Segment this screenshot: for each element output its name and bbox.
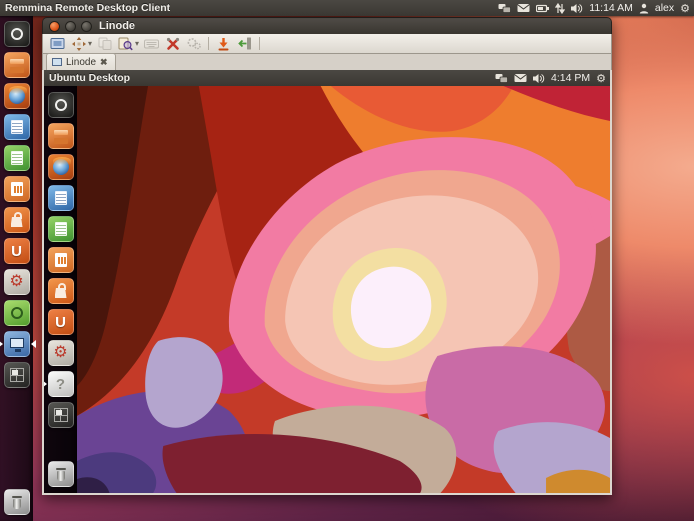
launcher-item-impress[interactable] [4,176,30,202]
toolbar-separator [208,37,209,50]
launcher-item-workspace-switcher[interactable] [48,402,74,428]
minimize-button[interactable] [65,21,76,32]
fit-window-dropdown-icon[interactable]: ▾ [88,39,92,48]
running-indicator [42,380,47,388]
remote-panel-title: Ubuntu Desktop [49,72,130,84]
remmina-window: Linode ▾ ▾ Linode ✖ [42,17,612,495]
window-titlebar[interactable]: Linode [42,17,612,34]
launcher-item-unknown[interactable] [48,371,74,397]
toolbar-separator [259,37,260,50]
launcher-item-impress[interactable] [48,247,74,273]
system-tray: 11:14 AM alex [498,2,694,15]
fit-window-icon[interactable] [70,35,87,52]
remmina-toolbar: ▾ ▾ [42,34,612,54]
unity-launcher [0,16,33,521]
launcher-item-workspace-switcher[interactable] [4,362,30,388]
quit-icon[interactable] [236,35,253,52]
scaled-view-icon[interactable] [117,35,134,52]
focused-indicator [31,340,36,348]
clock[interactable]: 11:14 AM [589,2,633,14]
session-gear-icon[interactable] [596,72,606,85]
launcher-item-firefox[interactable] [4,83,30,109]
active-app-title: Remmina Remote Desktop Client [5,2,170,14]
remote-unity-launcher [44,86,77,493]
mail-icon[interactable] [517,3,530,13]
volume-icon[interactable] [571,3,583,14]
launcher-item-files[interactable] [48,123,74,149]
network-icon[interactable] [498,3,511,14]
launcher-item-firefox[interactable] [48,154,74,180]
maximize-button[interactable] [81,21,92,32]
launcher-item-writer[interactable] [4,114,30,140]
launcher-item-dash[interactable] [4,21,30,47]
top-panel: Remmina Remote Desktop Client 11:14 AM a… [0,0,694,16]
connection-icon [52,58,62,66]
mail-icon[interactable] [514,73,527,83]
running-indicator [0,340,3,348]
launcher-item-remmina[interactable] [4,331,30,357]
launcher-item-trash[interactable] [48,461,74,487]
launcher-item-ubuntu-one[interactable] [48,309,74,335]
disconnect-icon[interactable] [215,35,232,52]
tab-close-icon[interactable]: ✖ [100,57,108,68]
user-name[interactable]: alex [655,2,674,14]
network-icon[interactable] [495,73,508,84]
fullscreen-icon[interactable] [49,35,66,52]
sync-arrows-icon[interactable] [555,3,565,14]
launcher-item-dash[interactable] [48,92,74,118]
user-icon[interactable] [639,3,649,14]
switch-page-icon[interactable] [96,35,113,52]
gears-icon[interactable] [185,35,202,52]
close-button[interactable] [49,21,60,32]
window-title: Linode [99,20,135,32]
launcher-item-writer[interactable] [48,185,74,211]
remote-wallpaper [77,86,610,493]
tools-icon[interactable] [164,35,181,52]
volume-icon[interactable] [533,73,545,84]
session-gear-icon[interactable] [680,2,690,15]
launcher-item-calc[interactable] [48,216,74,242]
remote-desktop-view[interactable]: Ubuntu Desktop 4:14 PM [42,70,612,495]
launcher-item-files[interactable] [4,52,30,78]
launcher-item-software-center[interactable] [4,207,30,233]
launcher-item-software-center[interactable] [48,278,74,304]
launcher-item-calc[interactable] [4,145,30,171]
launcher-item-green-app[interactable] [4,300,30,326]
battery-icon[interactable] [536,4,549,13]
launcher-item-ubuntu-one[interactable] [4,238,30,264]
tab-label: Linode [66,57,96,68]
screen: Remmina Remote Desktop Client 11:14 AM a… [0,0,694,521]
launcher-item-settings[interactable] [48,340,74,366]
keyboard-grab-icon[interactable] [143,35,160,52]
remote-clock[interactable]: 4:14 PM [551,72,590,84]
tab-linode[interactable]: Linode ✖ [46,53,116,70]
launcher-item-trash[interactable] [4,489,30,515]
connection-tabbar: Linode ✖ [42,54,612,70]
launcher-item-settings[interactable] [4,269,30,295]
remote-top-panel: Ubuntu Desktop 4:14 PM [44,70,610,86]
remote-system-tray: 4:14 PM [495,72,610,85]
scaled-view-dropdown-icon[interactable]: ▾ [135,39,139,48]
